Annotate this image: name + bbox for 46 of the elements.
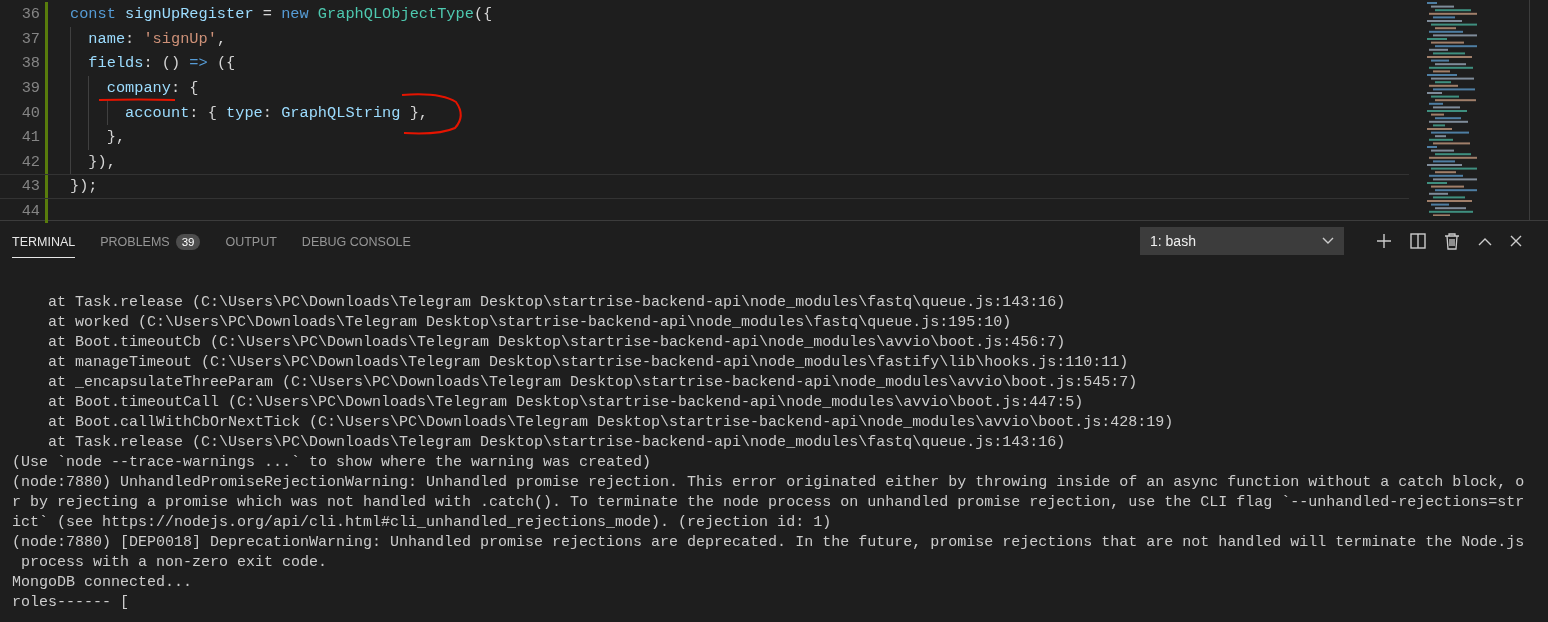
code-line: const signUpRegister = new GraphQLObjectType({ <box>70 5 493 24</box>
terminal-line: (node:7880) [DEP0018] DeprecationWarning: Unhandled promise rejections are deprecated. In the future, promise rejections that are not handled will terminate the Node.js <box>12 533 1526 553</box>
terminal-line: (node:7880) UnhandledPromiseRejectionWarning: Unhandled promise rejection. This error originated either by throwing inside of an async function without a catch block, o <box>12 473 1526 493</box>
line-number: 36 <box>20 5 40 24</box>
terminal-line: at manageTimeout (C:\Users\PC\Downloads\Telegram Desktop\startrise-backend-api\node_modules\fastify\lib\hooks.js:110:11) <box>47 353 1130 373</box>
code-line: }); <box>70 177 98 196</box>
line-number: 37 <box>20 29 40 48</box>
code-line: }), <box>87 152 116 171</box>
terminal-line: at Task.release (C:\Users\PC\Downloads\Telegram Desktop\startrise-backend-api\node_modules\fastq\queue.js:143:16) <box>47 293 1067 313</box>
bracket-annotation <box>401 93 462 135</box>
chevron-up-icon[interactable] <box>1478 236 1492 246</box>
terminal-line: at Boot.callWithCbOrNextTick (C:\Users\PC\Downloads\Telegram Desktop\startrise-backend-api\node_modules\avvio\boot.js:428:19) <box>47 413 1175 433</box>
terminal-line: at worked (C:\Users\PC\Downloads\Telegram Desktop\startrise-backend-api\node_modules\fastq\queue.js:195:10) <box>47 313 1013 333</box>
add-icon[interactable] <box>1376 233 1392 249</box>
terminal-line: at Boot.timeoutCb (C:\Users\PC\Downloads\Telegram Desktop\startrise-backend-api\node_modules\avvio\boot.js:456:7) <box>47 333 1067 353</box>
terminal-line: r by rejecting a promise which was not handled with .catch(). To terminate the node process on unhandled promise rejection, use the CLI flag `--unhandled-rejections=str <box>12 493 1526 513</box>
terminal-line: at Task.release (C:\Users\PC\Downloads\Telegram Desktop\startrise-backend-api\node_modules\fastq\queue.js:143:16) <box>47 433 1067 453</box>
code-line: fields: () => ({ <box>87 54 236 73</box>
code-line: account: { type: GraphQLString }, <box>124 103 429 122</box>
line-number: 44 <box>20 202 40 221</box>
terminal-line: at Boot.timeoutCall (C:\Users\PC\Downloads\Telegram Desktop\startrise-backend-api\node_modules\avvio\boot.js:447:5) <box>47 393 1085 413</box>
code-line: company: { <box>105 79 199 98</box>
trash-icon[interactable] <box>1444 232 1460 250</box>
line-number: 41 <box>20 128 40 147</box>
terminal-line: roles------ [ <box>12 593 131 613</box>
line-number: 39 <box>20 79 40 98</box>
panel-tab[interactable]: TERMINAL <box>12 224 76 258</box>
terminal-line: MongoDB connected... <box>12 573 194 593</box>
close-icon[interactable] <box>1510 235 1522 247</box>
terminal-line: ict` (see https://nodejs.org/api/cli.html#cli_unhandled_rejections_mode). (rejection id: 1) <box>12 513 833 533</box>
split-icon[interactable] <box>1410 233 1426 249</box>
code-line: name: 'signUp', <box>87 29 227 48</box>
terminal-line: at _encapsulateThreeParam (C:\Users\PC\Downloads\Telegram Desktop\startrise-backend-api\node_modules\avvio\boot.js:545:7) <box>47 373 1139 393</box>
line-number: 42 <box>20 152 40 171</box>
line-number: 40 <box>20 103 40 122</box>
chevron-down-icon <box>1322 237 1334 245</box>
line-number: 38 <box>20 54 40 73</box>
terminal-line: (Use `node --trace-warnings ...` to show where the warning was created) <box>12 453 653 473</box>
panel-tab[interactable]: OUTPUT <box>225 224 277 258</box>
panel-tab[interactable]: PROBLEMS 39 <box>100 223 201 259</box>
code-line: }, <box>105 128 126 147</box>
count-badge: 39 <box>175 233 201 250</box>
terminal-line: process with a non-zero exit code. <box>20 553 329 573</box>
terminal-select[interactable]: 1: bash <box>1140 227 1344 255</box>
panel-tab[interactable]: DEBUG CONSOLE <box>301 224 411 258</box>
line-number: 43 <box>20 177 40 196</box>
